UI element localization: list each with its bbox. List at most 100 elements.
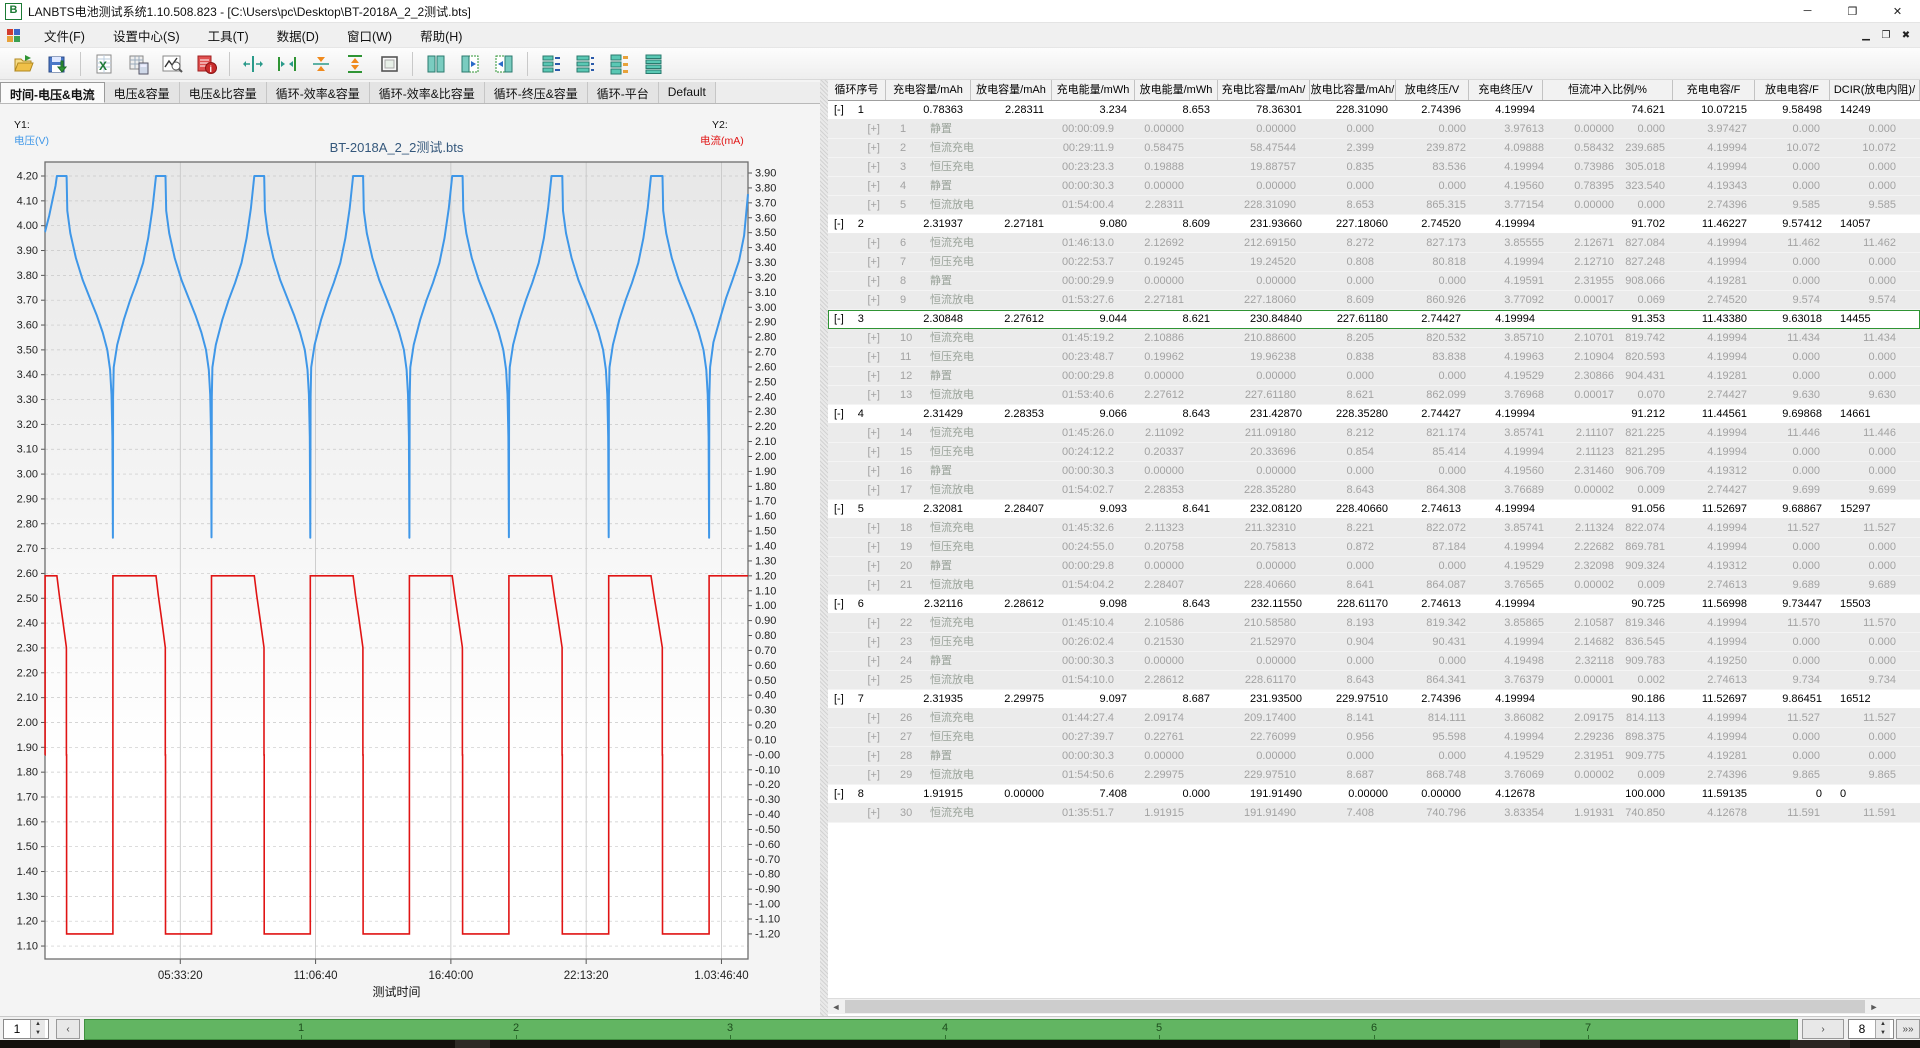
column-header[interactable]: 放电容量/mAh xyxy=(971,80,1052,100)
cycle-row-4[interactable]: [-]42.314292.283539.0668.643231.42870228… xyxy=(828,405,1920,424)
curve-inspect-icon[interactable] xyxy=(159,51,185,77)
collapse-icon[interactable]: [-]2 xyxy=(828,215,886,233)
collapse-icon[interactable]: [-]4 xyxy=(828,405,886,423)
step-row-3[interactable]: [+]3恒压充电00:23:23.30.1988819.887570.83583… xyxy=(828,158,1920,177)
column-header[interactable]: 充电电容/F xyxy=(1673,80,1755,100)
tab-6[interactable]: 循环-终压&容量 xyxy=(485,82,588,103)
expand-icon[interactable]: [+] xyxy=(828,747,886,765)
cycle-row-7[interactable]: [-]72.319352.299759.0978.687231.93500229… xyxy=(828,690,1920,709)
tab-2[interactable]: 电压&容量 xyxy=(105,82,180,103)
tab-1[interactable]: 时间-电压&电流 xyxy=(0,82,105,103)
column-header[interactable]: 放电电容/F xyxy=(1755,80,1830,100)
range-start-value[interactable]: 1 xyxy=(4,1020,30,1038)
expand-icon[interactable]: [+] xyxy=(828,557,886,575)
step-row-25[interactable]: [+]25恒流放电01:54:10.02.28612228.611708.643… xyxy=(828,671,1920,690)
step-row-13[interactable]: [+]13恒流放电01:53:40.62.27612227.611808.621… xyxy=(828,386,1920,405)
expand-icon[interactable]: [+] xyxy=(828,329,886,347)
step-row-23[interactable]: [+]23恒压充电00:26:02.40.2153021.529700.9049… xyxy=(828,633,1920,652)
expand-icon[interactable]: [+] xyxy=(828,443,886,461)
step-row-2[interactable]: [+]2恒流充电00:29:11.90.5847558.475442.39923… xyxy=(828,139,1920,158)
fit-horizontal-icon[interactable] xyxy=(274,51,300,77)
pane-left-icon[interactable] xyxy=(457,51,483,77)
expand-icon[interactable]: [+] xyxy=(828,386,886,404)
expand-icon[interactable]: [+] xyxy=(828,671,886,689)
rows-view-icon[interactable] xyxy=(640,51,666,77)
scrollbar-thumb[interactable] xyxy=(845,1000,1865,1013)
cycle-row-1[interactable]: [-]10.783632.283113.2348.65378.36301228.… xyxy=(828,101,1920,120)
step-row-6[interactable]: [+]6恒流充电01:46:13.02.12692212.691508.2728… xyxy=(828,234,1920,253)
menu-item[interactable]: 工具(T) xyxy=(194,23,263,48)
expand-vertical-icon[interactable] xyxy=(342,51,368,77)
report-info-icon[interactable]: i xyxy=(193,51,219,77)
menu-item[interactable]: 文件(F) xyxy=(30,23,99,48)
column-header[interactable]: 充电比容量/mAh/ xyxy=(1218,80,1310,100)
step-row-27[interactable]: [+]27恒压充电00:27:39.70.2276122.760990.9569… xyxy=(828,728,1920,747)
expand-icon[interactable]: [+] xyxy=(828,272,886,290)
step-row-9[interactable]: [+]9恒流放电01:53:27.62.27181227.180608.6098… xyxy=(828,291,1920,310)
expand-icon[interactable]: [+] xyxy=(828,196,886,214)
expand-icon[interactable]: [+] xyxy=(828,481,886,499)
expand-icon[interactable]: [+] xyxy=(828,766,886,784)
column-header[interactable]: 恒流冲入比例/% xyxy=(1543,80,1673,100)
range-last-button[interactable]: »» xyxy=(1896,1019,1920,1039)
table-view-icon[interactable] xyxy=(606,51,632,77)
mdi-close-button[interactable]: ✖ xyxy=(1896,26,1916,44)
collapse-icon[interactable]: [-]8 xyxy=(828,785,886,803)
column-header[interactable]: 充电能量/mWh xyxy=(1052,80,1135,100)
step-row-14[interactable]: [+]14恒流充电01:45:26.02.11092211.091808.212… xyxy=(828,424,1920,443)
step-row-15[interactable]: [+]15恒压充电00:24:12.20.2033720.336960.8548… xyxy=(828,443,1920,462)
cycle-row-8[interactable]: [-]81.919150.000007.4080.000191.914900.0… xyxy=(828,785,1920,804)
column-header[interactable]: 充电终压/V xyxy=(1469,80,1543,100)
expand-horizontal-icon[interactable] xyxy=(240,51,266,77)
scroll-right-icon[interactable]: ► xyxy=(1866,999,1882,1014)
cycle-row-5[interactable]: [-]52.320812.284079.0938.641232.08120228… xyxy=(828,500,1920,519)
expand-icon[interactable]: [+] xyxy=(828,709,886,727)
restore-button[interactable]: ❐ xyxy=(1830,0,1875,22)
step-row-26[interactable]: [+]26恒流充电01:44:27.42.09174209.174008.141… xyxy=(828,709,1920,728)
calculator-icon[interactable] xyxy=(125,51,151,77)
step-row-4[interactable]: [+]4静置00:00:30.30.000000.000000.0000.000… xyxy=(828,177,1920,196)
expand-icon[interactable]: [+] xyxy=(828,234,886,252)
expand-icon[interactable]: [+] xyxy=(828,158,886,176)
expand-icon[interactable]: [+] xyxy=(828,139,886,157)
step-row-28[interactable]: [+]28静置00:00:30.30.000000.000000.0000.00… xyxy=(828,747,1920,766)
tab-7[interactable]: 循环-平台 xyxy=(588,82,659,103)
cycle-row-6[interactable]: [-]62.321162.286129.0988.643232.11550228… xyxy=(828,595,1920,614)
time-voltage-current-chart[interactable]: Y1:电压(V)Y2:电流(mA)BT-2018A_2_2测试.bts4.204… xyxy=(0,104,820,1016)
step-row-5[interactable]: [+]5恒流放电01:54:00.42.28311228.310908.6538… xyxy=(828,196,1920,215)
step-row-7[interactable]: [+]7恒压充电00:22:53.70.1924519.245200.80880… xyxy=(828,253,1920,272)
collapse-icon[interactable]: [-]1 xyxy=(828,101,886,119)
spinner-arrows-icon[interactable]: ▲▼ xyxy=(30,1020,45,1038)
table-header[interactable]: 循环序号充电容量/mAh放电容量/mAh充电能量/mWh放电能量/mWh充电比容… xyxy=(828,80,1920,101)
expand-icon[interactable]: [+] xyxy=(828,462,886,480)
expand-icon[interactable]: [+] xyxy=(828,614,886,632)
minimize-button[interactable]: ─ xyxy=(1785,0,1830,22)
step-row-11[interactable]: [+]11恒压充电00:23:48.70.1996219.962380.8388… xyxy=(828,348,1920,367)
expand-icon[interactable]: [+] xyxy=(828,253,886,271)
expand-icon[interactable]: [+] xyxy=(828,177,886,195)
expand-icon[interactable]: [+] xyxy=(828,367,886,385)
cycle-row-2[interactable]: [-]22.319372.271819.0808.609231.93660227… xyxy=(828,215,1920,234)
expand-icon[interactable]: [+] xyxy=(828,652,886,670)
column-header[interactable]: DCIR(放电内阻)/ xyxy=(1830,80,1920,100)
column-header[interactable]: 充电容量/mAh xyxy=(886,80,971,100)
expand-icon[interactable]: [+] xyxy=(828,576,886,594)
range-start-spinner[interactable]: 1 ▲▼ xyxy=(3,1019,49,1039)
expand-icon[interactable]: [+] xyxy=(828,120,886,138)
collapse-icon[interactable]: [-]5 xyxy=(828,500,886,518)
cycle-row-3[interactable]: [-]32.308482.276129.0448.621230.84840227… xyxy=(828,310,1920,329)
step-row-22[interactable]: [+]22恒流充电01:45:10.42.10586210.585808.193… xyxy=(828,614,1920,633)
step-row-1[interactable]: [+]1静置00:00:09.90.000000.000000.0000.000… xyxy=(828,120,1920,139)
panel-splitter[interactable] xyxy=(820,80,828,1016)
column-header[interactable]: 放电比容量/mAh/ xyxy=(1310,80,1396,100)
step-row-24[interactable]: [+]24静置00:00:30.30.000000.000000.0000.00… xyxy=(828,652,1920,671)
column-header[interactable]: 放电终压/V xyxy=(1396,80,1469,100)
expand-icon[interactable]: [+] xyxy=(828,519,886,537)
step-row-17[interactable]: [+]17恒流放电01:54:02.72.28353228.352808.643… xyxy=(828,481,1920,500)
close-button[interactable]: ✕ xyxy=(1875,0,1920,22)
menu-item[interactable]: 窗口(W) xyxy=(333,23,406,48)
collapse-icon[interactable]: [-]6 xyxy=(828,595,886,613)
range-end-value[interactable]: 8 xyxy=(1849,1020,1875,1038)
range-next-button[interactable]: › xyxy=(1802,1019,1844,1039)
step-row-8[interactable]: [+]8静置00:00:29.90.000000.000000.0000.000… xyxy=(828,272,1920,291)
